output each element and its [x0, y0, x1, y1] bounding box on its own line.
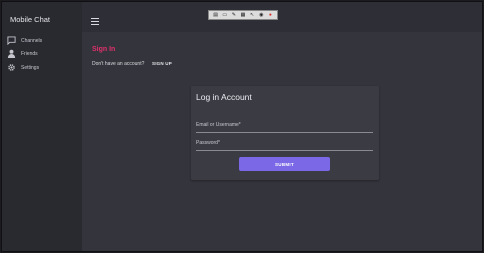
submit-button[interactable]: SUBMIT — [239, 157, 330, 171]
chat-icon — [7, 36, 16, 45]
password-field-label: Password* — [196, 140, 220, 146]
app-window: Mobile Chat Channels Friends Settings ▤ … — [1, 1, 483, 252]
sidebar-item-label: Friends — [21, 50, 38, 57]
menu-icon[interactable] — [91, 18, 99, 25]
doc-icon[interactable]: ▤ — [213, 12, 219, 18]
top-bar — [82, 2, 482, 32]
sidebar-item-channels[interactable]: Channels — [7, 35, 79, 46]
record-icon[interactable]: ◉ — [258, 12, 264, 18]
close-icon[interactable]: ● — [267, 12, 273, 18]
friends-icon — [7, 49, 16, 58]
sidebar: Mobile Chat Channels Friends Settings — [2, 2, 82, 251]
floating-toolbar: ▤ ▭ ✎ ▦ ↖ ◉ ● — [208, 10, 278, 20]
app-title: Mobile Chat — [10, 15, 51, 24]
gear-icon — [7, 63, 16, 72]
sidebar-item-label: Settings — [21, 64, 40, 71]
pen-icon[interactable]: ✎ — [231, 12, 237, 18]
email-field-label: Email or Username* — [196, 122, 241, 128]
signup-link[interactable]: SIGN UP — [152, 61, 172, 66]
sidebar-item-label: Channels — [21, 37, 43, 44]
password-field[interactable]: Password* — [196, 139, 373, 151]
email-field[interactable]: Email or Username* — [196, 121, 373, 133]
sidebar-item-settings[interactable]: Settings — [7, 62, 79, 73]
no-account-text: Don't have an account? — [92, 61, 145, 67]
cursor-icon[interactable]: ↖ — [249, 12, 255, 18]
sidebar-item-friends[interactable]: Friends — [7, 48, 79, 59]
video-icon[interactable]: ▭ — [222, 12, 228, 18]
grid-icon[interactable]: ▦ — [240, 12, 246, 18]
login-title: Log in Account — [196, 92, 252, 102]
login-card: Log in Account Email or Username* Passwo… — [191, 86, 379, 180]
page-title: Sign In — [92, 46, 116, 53]
